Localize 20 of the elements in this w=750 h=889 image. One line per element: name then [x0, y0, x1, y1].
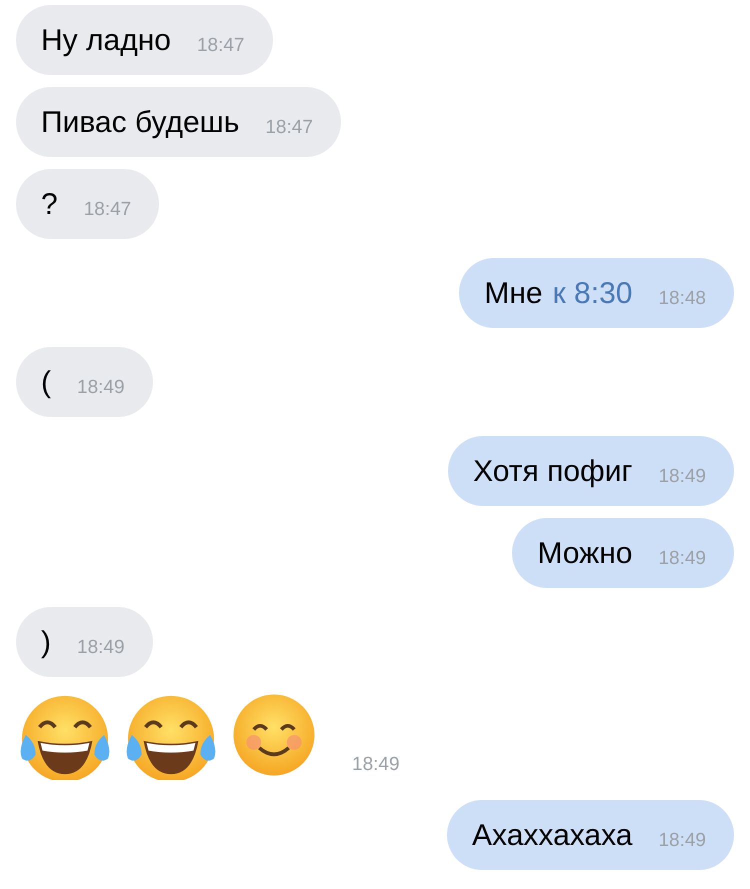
- message-time: 18:47: [265, 116, 313, 140]
- message-time: 18:49: [658, 828, 706, 853]
- message-text: ): [41, 624, 51, 660]
- message-time: 18:49: [77, 376, 125, 400]
- message-text: Хотя пофиг: [473, 454, 632, 490]
- message-time: 18:47: [196, 34, 244, 58]
- message-time: 18:47: [84, 198, 132, 222]
- message-time: 18:49: [658, 464, 706, 489]
- message-text: Ну ладно: [41, 22, 171, 58]
- message-link[interactable]: к 8:30: [552, 270, 632, 316]
- message-time: 18:49: [77, 636, 125, 660]
- message-text: Можно: [537, 536, 632, 572]
- message-text: Пивас будешь: [41, 104, 240, 140]
- message-text: Мне: [484, 276, 543, 312]
- message-text: Ахаххахаха: [472, 818, 632, 854]
- message-text: (: [41, 364, 51, 400]
- message-text: ?: [41, 186, 58, 222]
- message-time: 18:49: [658, 546, 706, 571]
- message-time: 18:49: [352, 752, 400, 776]
- message-time: 18:48: [658, 286, 706, 311]
